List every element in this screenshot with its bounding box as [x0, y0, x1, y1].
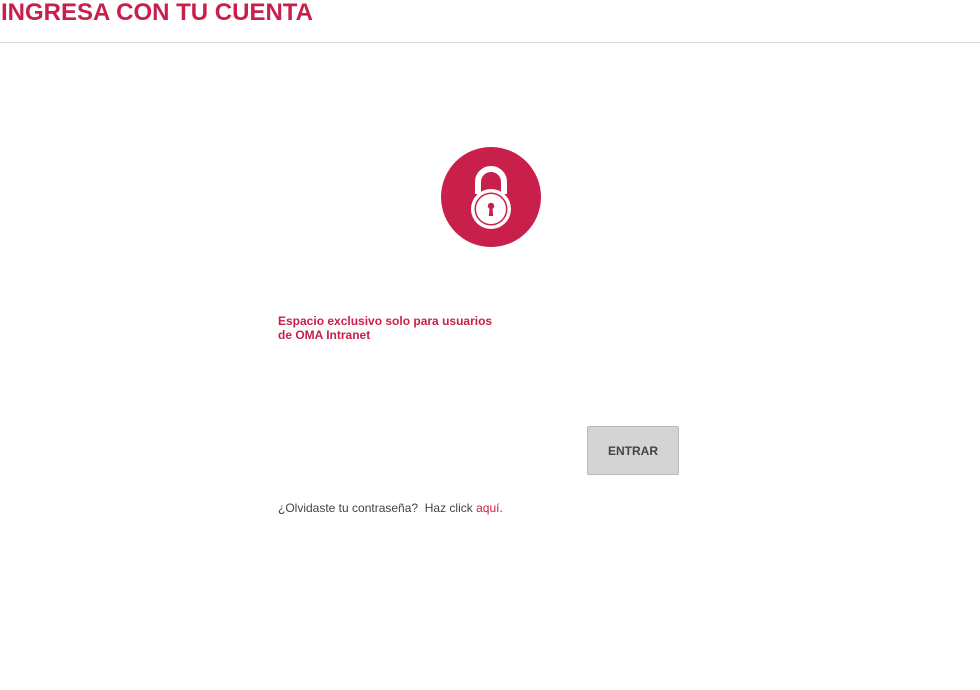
login-page: INGRESA CON TU CUENTA Espacio exclusivo …: [0, 0, 980, 690]
forgot-password-text: ¿Olvidaste tu contraseña? Haz click aquí…: [278, 500, 503, 516]
enter-button[interactable]: ENTRAR: [587, 426, 679, 475]
notice-line-2: de OMA Intranet: [278, 328, 371, 342]
lock-badge: [441, 147, 541, 247]
title-divider: [0, 42, 980, 43]
forgot-question: ¿Olvidaste tu contraseña?: [278, 501, 419, 515]
page-title: INGRESA CON TU CUENTA: [1, 0, 313, 26]
notice-line-1: Espacio exclusivo solo para usuarios: [278, 314, 493, 328]
forgot-prompt: Haz click: [424, 501, 473, 515]
padlock-icon: [471, 166, 511, 229]
forgot-password-link[interactable]: aquí: [476, 501, 499, 515]
exclusive-access-notice: Espacio exclusivo solo para usuarios de …: [278, 314, 518, 342]
forgot-trailing: .: [499, 501, 503, 515]
